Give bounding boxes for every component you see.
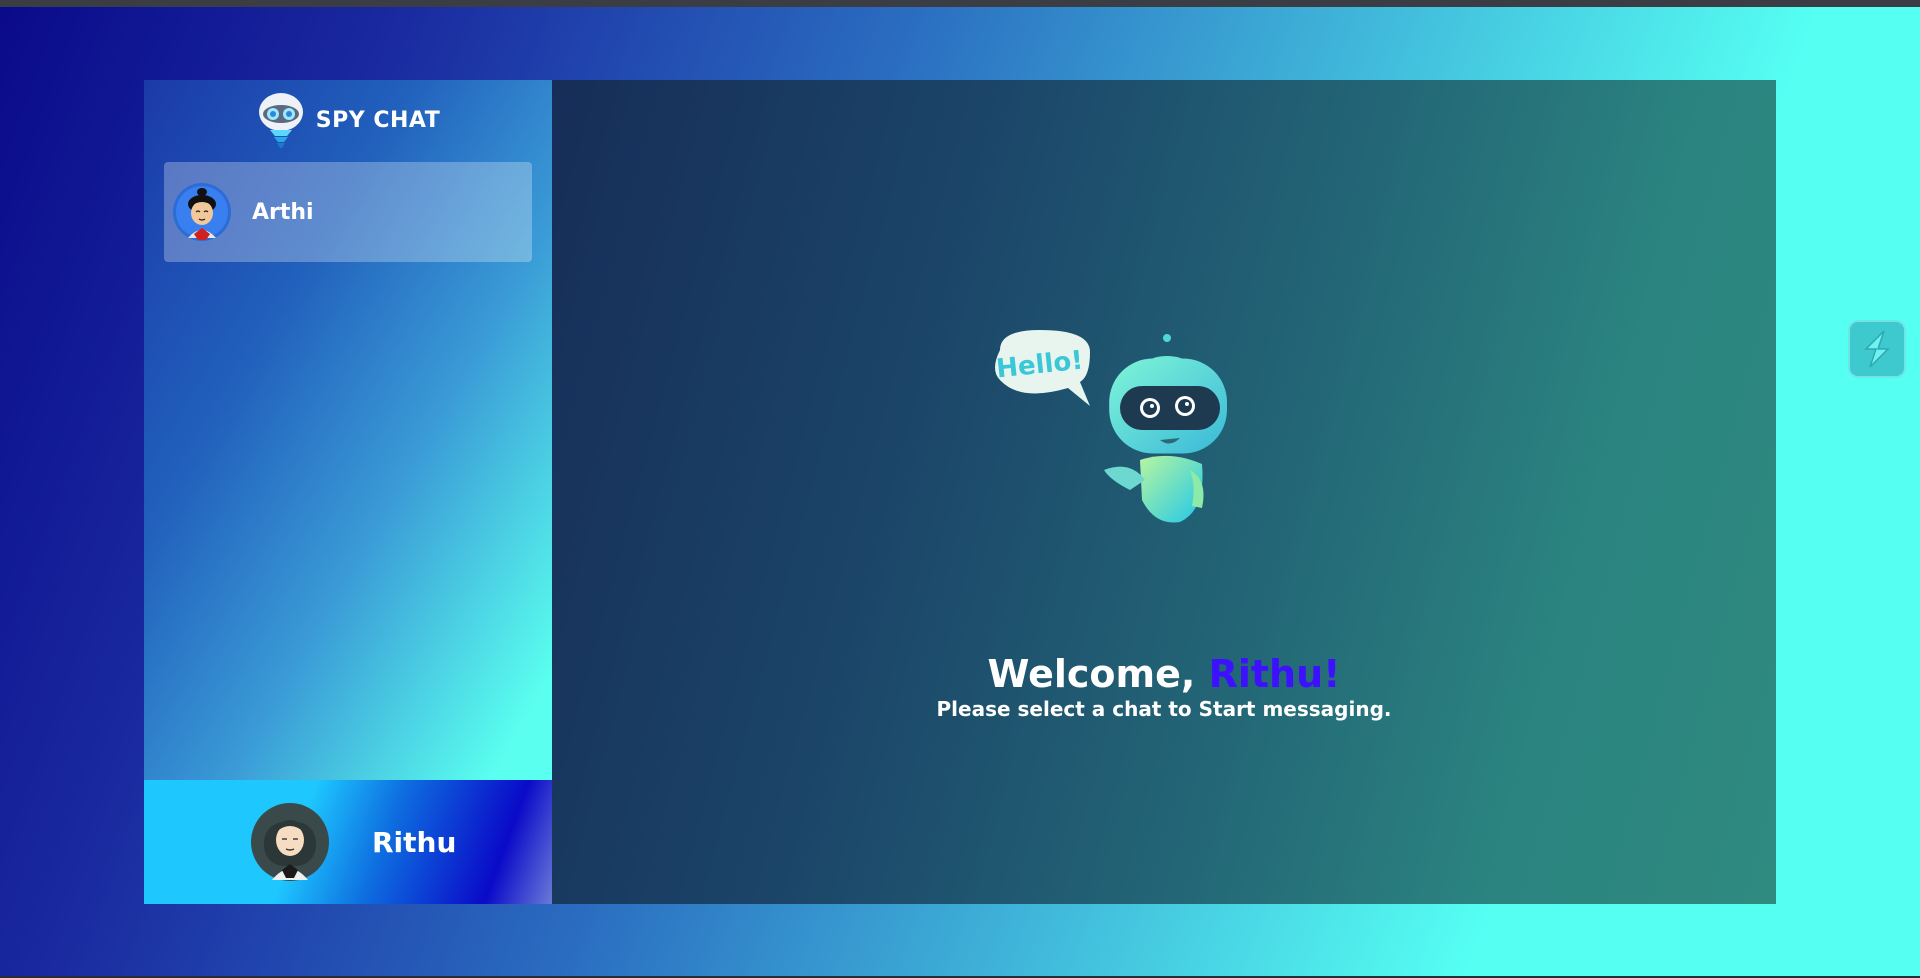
welcome-user-name: Rithu! <box>1208 652 1341 696</box>
speech-bubble: Hello! <box>995 330 1090 406</box>
welcome-heading: Welcome, Rithu! <box>552 652 1776 696</box>
contact-avatar <box>173 183 231 241</box>
extension-s-icon <box>1864 330 1890 368</box>
welcome-prefix: Welcome, <box>987 652 1196 696</box>
window-top-bar <box>0 0 1920 7</box>
current-user-panel: Rithu <box>144 780 552 904</box>
extension-button[interactable] <box>1848 320 1906 378</box>
chat-app: SPY CHAT Arthi Rithu Hello! Welcome, Rit… <box>144 80 1776 904</box>
robot-logo-icon <box>258 93 303 148</box>
current-user-avatar <box>251 803 329 881</box>
contact-item-arthi[interactable]: Arthi <box>164 162 532 262</box>
sidebar: SPY CHAT Arthi Rithu <box>144 80 552 904</box>
welcome-subtitle: Please select a chat to Start messaging. <box>936 697 1392 721</box>
app-title: SPY CHAT <box>315 107 441 133</box>
brand-header: SPY CHAT <box>144 90 552 150</box>
current-user-name: Rithu <box>372 825 457 859</box>
contact-name: Arthi <box>252 199 314 225</box>
chat-main-area: Hello! Welcome, Rithu! Please select a c… <box>552 80 1776 904</box>
hello-robot-illustration: Hello! <box>995 330 1227 523</box>
